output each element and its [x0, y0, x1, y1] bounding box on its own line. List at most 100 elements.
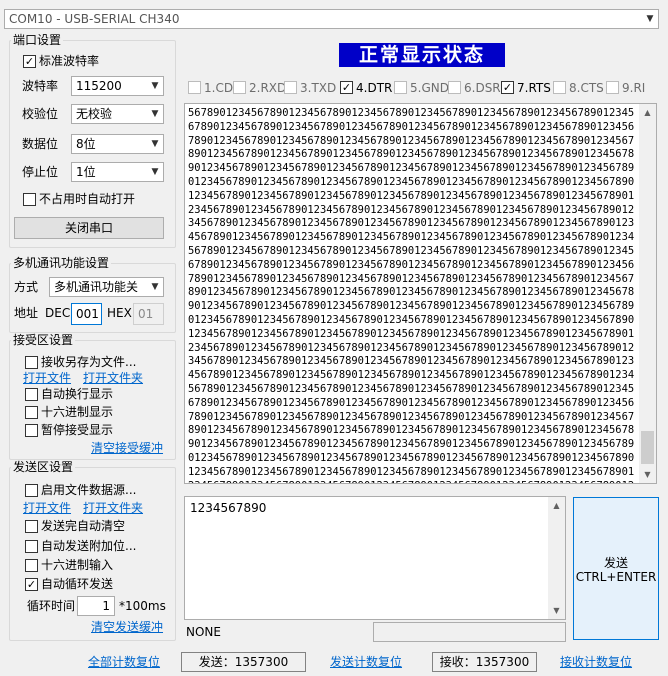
receive-open-folder-link[interactable]: 打开文件夹	[83, 370, 143, 386]
send-textarea[interactable]: 1234567890 ▲ ▼	[184, 496, 566, 620]
standard-baud-label: 标准波特率	[39, 54, 100, 68]
databits-label: 数据位	[22, 137, 59, 151]
baud-select[interactable]: 115200 ▼	[71, 76, 164, 96]
reset-sent-link[interactable]: 发送计数复位	[330, 654, 402, 670]
signal-ri-label: 9.RI	[622, 81, 646, 95]
auto-newline-checkbox[interactable]	[25, 388, 38, 401]
dec-input[interactable]: 001	[71, 303, 102, 325]
auto-append-checkbox[interactable]	[25, 540, 38, 553]
receive-title: 接受区设置	[11, 333, 76, 347]
send-button-label: 发送	[603, 556, 628, 570]
addr-label: 地址	[14, 306, 39, 320]
hex-input[interactable]: 01	[133, 303, 164, 325]
received-counter: 接收：1357300	[432, 652, 537, 672]
parity-value: 无校验	[76, 107, 113, 121]
signal-cts-label: 8.CTS	[569, 81, 604, 95]
auto-clear-label: 发送完自动清空	[41, 519, 126, 533]
chevron-down-icon: ▼	[646, 14, 654, 24]
auto-clear-checkbox[interactable]	[25, 520, 38, 533]
interval-input[interactable]: 1	[77, 596, 115, 616]
parity-label: 校验位	[22, 107, 59, 121]
hex-input-checkbox[interactable]	[25, 559, 38, 572]
signal-cd-label: 1.CD	[204, 81, 234, 95]
signal-gnd-label: 5.GND	[410, 81, 449, 95]
multi-title: 多机通讯功能设置	[11, 256, 112, 270]
port-settings-title: 端口设置	[11, 33, 64, 47]
status-field	[373, 622, 566, 642]
signal-gnd-checkbox[interactable]	[394, 81, 407, 94]
scroll-down-icon[interactable]: ▼	[548, 602, 565, 619]
stopbits-select[interactable]: 1位 ▼	[71, 162, 164, 182]
hex-label: HEX	[107, 306, 132, 320]
baud-value: 115200	[76, 79, 122, 93]
databits-value: 8位	[76, 137, 96, 151]
chevron-down-icon: ▼	[151, 139, 159, 149]
save-to-file-checkbox[interactable]	[25, 356, 38, 369]
auto-open-checkbox[interactable]	[23, 193, 36, 206]
signal-txd-checkbox[interactable]	[284, 81, 297, 94]
pause-display-checkbox[interactable]	[25, 424, 38, 437]
mode-value: 多机通讯功能关	[54, 280, 139, 294]
baud-label: 波特率	[22, 79, 59, 93]
signal-ri-checkbox[interactable]	[606, 81, 619, 94]
hex-display-checkbox[interactable]	[25, 406, 38, 419]
status-text: NONE	[186, 625, 221, 639]
receive-textarea[interactable]: 5678901234567890123456789012345678901234…	[184, 103, 657, 484]
parity-select[interactable]: 无校验 ▼	[71, 104, 164, 124]
signal-dtr-checkbox[interactable]: ✓	[340, 81, 353, 94]
mode-label: 方式	[14, 280, 39, 294]
pause-display-label: 暂停接受显示	[41, 423, 114, 437]
auto-loop-checkbox[interactable]: ✓	[25, 578, 38, 591]
send-text: 1234567890	[190, 501, 267, 515]
scroll-up-icon[interactable]: ▲	[548, 497, 565, 514]
hex-input-label: 十六进制输入	[41, 558, 114, 572]
send-button-shortcut: CTRL+ENTER	[575, 570, 657, 584]
enable-file-checkbox[interactable]	[25, 484, 38, 497]
clear-receive-link[interactable]: 清空接受缓冲	[91, 440, 163, 456]
auto-loop-label: 自动循环发送	[41, 577, 114, 591]
scroll-down-icon[interactable]: ▼	[639, 466, 656, 483]
signal-rts-label: 7.RTS	[517, 81, 551, 95]
signal-rxd-checkbox[interactable]	[233, 81, 246, 94]
signal-rxd-label: 2.RXD	[249, 81, 287, 95]
reset-all-link[interactable]: 全部计数复位	[88, 654, 160, 670]
signal-txd-label: 3.TXD	[300, 81, 337, 95]
send-scrollbar[interactable]: ▲ ▼	[548, 497, 565, 619]
standard-baud-checkbox[interactable]: ✓	[23, 55, 36, 68]
mode-select[interactable]: 多机通讯功能关 ▼	[49, 277, 164, 297]
sent-counter: 发送：1357300	[181, 652, 306, 672]
chevron-down-icon: ▼	[151, 81, 159, 91]
send-button[interactable]: 发送 CTRL+ENTER	[573, 497, 659, 640]
status-banner: 正常显示状态	[339, 43, 505, 67]
reset-received-link[interactable]: 接收计数复位	[560, 654, 632, 670]
signal-cts-checkbox[interactable]	[553, 81, 566, 94]
dec-label: DEC	[45, 306, 71, 320]
auto-append-label: 自动发送附加位...	[41, 539, 137, 553]
chevron-down-icon: ▼	[151, 167, 159, 177]
receive-open-file-link[interactable]: 打开文件	[23, 370, 71, 386]
chevron-down-icon: ▼	[151, 282, 159, 292]
send-open-folder-link[interactable]: 打开文件夹	[83, 500, 143, 516]
databits-select[interactable]: 8位 ▼	[71, 134, 164, 154]
interval-unit: *100ms	[119, 599, 166, 613]
signal-dtr-label: 4.DTR	[356, 81, 393, 95]
scroll-thumb[interactable]	[641, 431, 654, 464]
signal-dsr-label: 6.DSR	[464, 81, 501, 95]
scroll-up-icon[interactable]: ▲	[639, 104, 656, 121]
save-to-file-label: 接收另存为文件...	[41, 355, 137, 369]
close-port-button[interactable]: 关闭串口	[14, 217, 164, 239]
stopbits-label: 停止位	[22, 165, 59, 179]
hex-display-label: 十六进制显示	[41, 405, 114, 419]
send-open-file-link[interactable]: 打开文件	[23, 500, 71, 516]
auto-newline-label: 自动换行显示	[41, 387, 114, 401]
chevron-down-icon: ▼	[151, 109, 159, 119]
receive-scrollbar[interactable]: ▲ ▼	[639, 104, 656, 483]
receive-text: 5678901234567890123456789012345678901234…	[188, 107, 635, 483]
send-title: 发送区设置	[11, 460, 76, 474]
interval-label: 循环时间	[27, 599, 76, 613]
clear-send-link[interactable]: 清空发送缓冲	[91, 619, 163, 635]
signal-rts-checkbox[interactable]: ✓	[501, 81, 514, 94]
signal-cd-checkbox[interactable]	[188, 81, 201, 94]
signal-dsr-checkbox[interactable]	[448, 81, 461, 94]
port-select[interactable]: COM10 - USB-SERIAL CH340 ▼	[4, 9, 659, 29]
